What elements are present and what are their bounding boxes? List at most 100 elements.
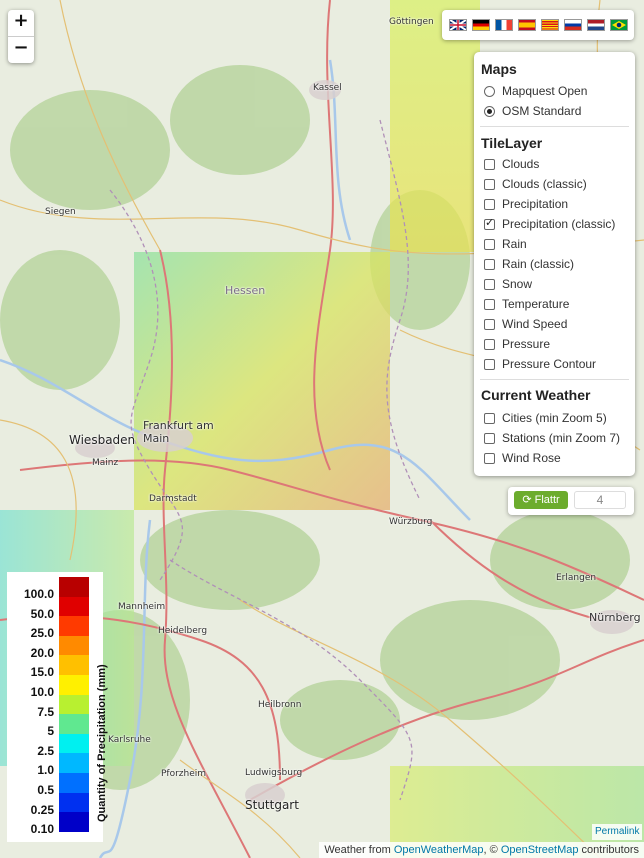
de-icon[interactable]: [471, 19, 490, 31]
tile-layer-option[interactable]: Rain (classic): [484, 255, 574, 273]
checkbox[interactable]: [484, 358, 495, 370]
tile-layer-option[interactable]: Pressure Contour: [484, 355, 596, 373]
checkbox[interactable]: [484, 158, 495, 170]
br-icon[interactable]: [609, 19, 628, 31]
tile-layer-option[interactable]: Pressure: [484, 335, 550, 353]
legend-color-swatch: [59, 577, 89, 598]
legend-value: 100.0: [23, 587, 54, 601]
tile-layer-option[interactable]: Wind Speed: [484, 315, 567, 333]
en-icon[interactable]: [448, 19, 467, 31]
ru-icon[interactable]: [563, 19, 582, 31]
tile-layer-title: TileLayer: [481, 135, 543, 151]
city-label: Mainz: [92, 458, 119, 468]
city-label: Siegen: [45, 207, 76, 217]
flattr-button[interactable]: ⟳ Flattr: [514, 491, 568, 509]
city-label: Pforzheim: [161, 769, 207, 779]
legend-value: 5: [47, 724, 54, 739]
checkbox[interactable]: [484, 338, 495, 350]
tile-layer-label: Pressure: [502, 337, 551, 351]
legend-color-swatch: [59, 635, 89, 656]
legend-value: 15.0: [30, 665, 54, 680]
tile-layer-option[interactable]: Precipitation (classic): [484, 215, 615, 233]
legend-value: 50.0: [30, 606, 54, 621]
permalink-link[interactable]: Permalink: [592, 824, 643, 840]
city-label: Heilbronn: [258, 700, 302, 710]
checkbox[interactable]: [484, 318, 495, 330]
checkbox[interactable]: [484, 258, 495, 270]
tile-layer-option[interactable]: Clouds: [484, 155, 539, 173]
nl-icon[interactable]: [586, 19, 605, 31]
legend-color-swatch: [59, 714, 89, 735]
legend-color-swatch: [59, 596, 89, 617]
city-label: Wiesbaden: [69, 433, 136, 447]
maps-title: Maps: [481, 61, 517, 77]
base-layer-label: OSM Standard: [502, 104, 582, 118]
radio-button[interactable]: [484, 85, 495, 97]
flattr-count: 4: [574, 491, 626, 509]
checkbox[interactable]: [484, 216, 495, 230]
zoom-in-button[interactable]: +: [8, 10, 34, 36]
city-label: Darmstadt: [149, 494, 197, 504]
legend-color-swatch: [59, 812, 89, 833]
es-icon[interactable]: [517, 19, 536, 31]
region-label: Hessen: [225, 284, 266, 297]
divider: [480, 379, 629, 380]
checkbox[interactable]: [484, 432, 495, 444]
legend-color-swatch: [59, 773, 89, 794]
openweathermap-link[interactable]: OpenWeatherMap: [394, 844, 484, 856]
city-label: Stuttgart: [245, 798, 299, 812]
tile-layer-option[interactable]: Precipitation: [484, 195, 568, 213]
tile-layer-option[interactable]: Snow: [484, 275, 532, 293]
checkbox[interactable]: [484, 278, 495, 290]
ca-icon[interactable]: [540, 19, 559, 31]
checkbox[interactable]: [484, 412, 495, 424]
language-selector: [442, 10, 634, 40]
tile-layer-label: Clouds (classic): [502, 177, 587, 191]
city-label: Frankfurt am Main: [143, 419, 214, 445]
tile-layer-label: Precipitation: [502, 197, 569, 211]
weather-layer-option[interactable]: Cities (min Zoom 5): [484, 409, 607, 427]
city-label: Kassel: [313, 83, 342, 93]
legend-value: 0.10: [30, 822, 54, 837]
fr-icon[interactable]: [494, 19, 513, 31]
checkbox[interactable]: [484, 198, 495, 210]
legend-color-swatch: [59, 675, 89, 696]
weather-layer-label: Wind Rose: [502, 451, 561, 465]
legend-value: 2.5: [37, 743, 54, 758]
base-layer-label: Mapquest Open: [502, 84, 588, 98]
tile-layer-label: Snow: [502, 277, 533, 291]
openstreetmap-link[interactable]: OpenStreetMap: [501, 844, 579, 856]
legend-color-swatch: [59, 694, 89, 715]
weather-layer-option[interactable]: Wind Rose: [484, 449, 561, 467]
legend-title: Quantity of Precipitation (mm): [96, 664, 108, 822]
legend-color-swatch: [59, 616, 89, 637]
legend-value: 7.5: [37, 704, 54, 719]
checkbox[interactable]: [484, 178, 495, 190]
weather-layer-option[interactable]: Stations (min Zoom 7): [484, 429, 620, 447]
attribution: Weather from OpenWeatherMap, © OpenStree…: [319, 842, 644, 858]
legend-value: 25.0: [30, 626, 54, 641]
attribution-text: Weather from: [324, 844, 394, 856]
legend-color-swatch: [59, 733, 89, 754]
city-label: Karlsruhe: [108, 735, 151, 745]
tile-layer-option[interactable]: Clouds (classic): [484, 175, 587, 193]
legend-color-swatch: [59, 753, 89, 774]
tile-layer-option[interactable]: Temperature: [484, 295, 569, 313]
zoom-out-button[interactable]: −: [8, 36, 34, 63]
attribution-text: , ©: [483, 844, 501, 856]
weather-layer-label: Stations (min Zoom 7): [502, 431, 621, 445]
base-layer-option[interactable]: Mapquest Open: [484, 82, 587, 100]
checkbox[interactable]: [484, 298, 495, 310]
city-label: Heidelberg: [158, 626, 208, 636]
legend-value: 20.0: [30, 645, 54, 660]
tile-layer-option[interactable]: Rain: [484, 235, 527, 253]
base-layer-option[interactable]: OSM Standard: [484, 102, 581, 120]
radio-button[interactable]: [484, 105, 495, 117]
city-label: Ludwigsburg: [245, 768, 303, 778]
checkbox[interactable]: [484, 238, 495, 250]
tile-layer-label: Precipitation (classic): [502, 217, 616, 231]
city-label: Erlangen: [556, 573, 597, 583]
flattr-label: Flattr: [534, 494, 560, 506]
checkbox[interactable]: [484, 452, 495, 464]
tile-layer-label: Rain (classic): [502, 257, 575, 271]
